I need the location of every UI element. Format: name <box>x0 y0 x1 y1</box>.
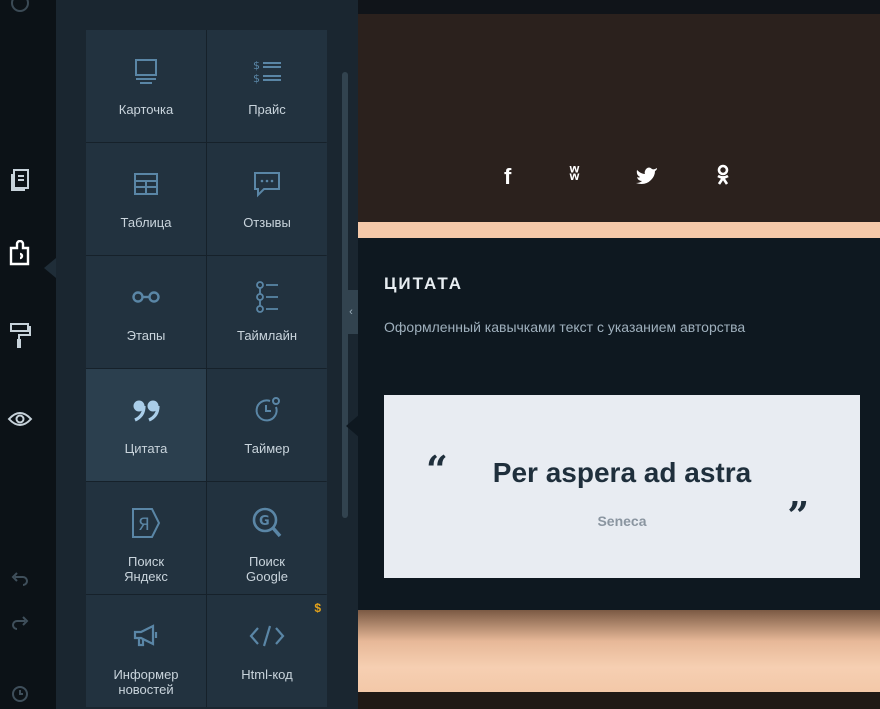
reviews-icon <box>252 163 282 205</box>
left-rail <box>0 0 57 709</box>
block-tile-timer[interactable]: Таймер <box>207 369 327 481</box>
quote-block-description: Оформленный кавычками текст с указанием … <box>384 319 746 335</box>
block-tile-label: Поиск Google <box>246 554 288 584</box>
svg-text:$: $ <box>253 72 260 85</box>
twitter-icon[interactable] <box>636 164 658 192</box>
paint-roller-icon[interactable] <box>0 318 40 352</box>
block-tile-reviews[interactable]: Отзывы <box>207 143 327 255</box>
page-canvas: f ʬ ЦИТАТА Оформленный кавычками текст с… <box>358 0 880 709</box>
block-tile-label: Таймлайн <box>236 328 298 343</box>
block-tile-label: Таймер <box>244 441 290 456</box>
blocks-icon[interactable] <box>0 236 40 270</box>
quote-block-title: ЦИТАТА <box>384 274 463 293</box>
svg-text:$: $ <box>253 59 260 72</box>
social-section: f ʬ <box>358 14 880 222</box>
quote-card[interactable]: “ Per aspera ad astra „ Seneca <box>384 395 860 578</box>
timer-icon <box>252 389 282 431</box>
block-tile-label: Таблица <box>120 215 172 230</box>
block-tile-timeline[interactable]: Таймлайн <box>207 256 327 368</box>
block-tile-google-search[interactable]: G Поиск Google <box>207 482 327 594</box>
quote-block-preview[interactable]: ЦИТАТА Оформленный кавычками текст с ука… <box>358 238 880 610</box>
undo-icon[interactable] <box>0 568 40 590</box>
pages-icon[interactable] <box>0 165 40 195</box>
block-tile-label: Прайс <box>248 102 286 117</box>
block-tile-label: Html-код <box>241 667 293 682</box>
bottom-section <box>358 692 880 709</box>
clock-icon[interactable] <box>0 0 40 18</box>
megaphone-icon <box>131 615 161 657</box>
paid-badge: $ <box>314 601 321 615</box>
close-quote-mark: „ <box>788 471 810 516</box>
svg-text:G: G <box>259 514 270 529</box>
stages-icon <box>131 276 161 318</box>
block-tile-stages[interactable]: Этапы <box>86 256 206 368</box>
block-tile-html-code[interactable]: $ Html-код <box>207 595 327 707</box>
eye-icon[interactable] <box>0 404 40 434</box>
yandex-search-icon: Я <box>130 502 162 544</box>
code-icon <box>248 615 286 657</box>
social-links: f ʬ <box>358 164 880 192</box>
vk-icon[interactable]: ʬ <box>569 164 579 192</box>
monitor-icon <box>132 50 160 92</box>
peach-section <box>358 610 880 692</box>
table-icon <box>132 163 160 205</box>
block-tile-quote[interactable]: Цитата <box>86 369 206 481</box>
blocks-grid: Карточка $$ Прайс Таблица Отзывы Этапы <box>86 30 327 707</box>
history-icon[interactable] <box>0 682 40 706</box>
peach-divider <box>358 222 880 238</box>
price-list-icon: $ $ <box>251 50 283 92</box>
block-tile-yandex-search[interactable]: Я Поиск Яндекс <box>86 482 206 594</box>
block-tile-label: Цитата <box>124 441 168 456</box>
block-tile-news-informer[interactable]: Информер новостей <box>86 595 206 707</box>
quote-icon <box>131 389 161 431</box>
timeline-icon <box>254 276 280 318</box>
active-pointer <box>44 258 56 278</box>
block-tile-label: Отзывы <box>243 215 291 230</box>
svg-text:Я: Я <box>138 515 150 535</box>
block-tile-label: Карточка <box>118 102 174 117</box>
odnoklassniki-icon[interactable] <box>716 164 730 192</box>
quote-author: Seneca <box>597 513 647 529</box>
block-tile-label: Информер новостей <box>113 667 179 697</box>
redo-icon[interactable] <box>0 612 40 634</box>
facebook-icon[interactable]: f <box>504 164 511 192</box>
collapse-panel-button[interactable]: ‹ <box>344 290 358 334</box>
google-search-icon: G <box>251 502 283 544</box>
block-tile-label: Этапы <box>126 328 166 343</box>
block-tile-card[interactable]: Карточка <box>86 30 206 142</box>
blocks-panel: Карточка $$ Прайс Таблица Отзывы Этапы <box>56 0 360 709</box>
block-tile-label: Поиск Яндекс <box>124 554 168 584</box>
block-tile-table[interactable]: Таблица <box>86 143 206 255</box>
block-tile-price[interactable]: $ $ Прайс <box>207 30 327 142</box>
